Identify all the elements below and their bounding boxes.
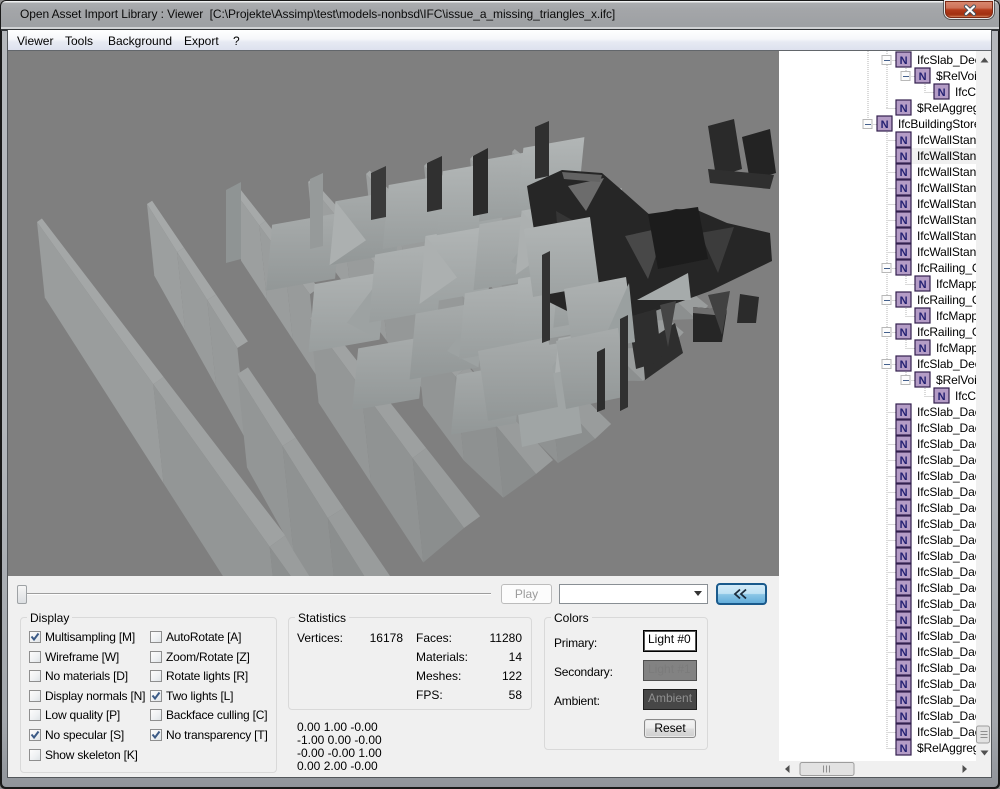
- svg-text:N: N: [938, 391, 946, 403]
- svg-text:N: N: [900, 487, 908, 499]
- svg-text:N: N: [900, 583, 908, 595]
- svg-text:N: N: [900, 407, 908, 419]
- svg-text:N: N: [919, 311, 927, 323]
- svg-text:N: N: [900, 503, 908, 515]
- svg-text:N: N: [900, 263, 908, 275]
- svg-text:N: N: [900, 695, 908, 707]
- svg-text:N: N: [900, 599, 908, 611]
- svg-text:N: N: [900, 327, 908, 339]
- svg-text:N: N: [900, 359, 908, 371]
- svg-text:N: N: [900, 199, 908, 211]
- svg-text:N: N: [900, 663, 908, 675]
- svg-text:N: N: [919, 343, 927, 355]
- svg-text:N: N: [900, 535, 908, 547]
- svg-text:N: N: [938, 87, 946, 99]
- svg-text:N: N: [900, 423, 908, 435]
- svg-text:N: N: [900, 647, 908, 659]
- svg-text:N: N: [900, 103, 908, 115]
- svg-text:N: N: [900, 727, 908, 739]
- svg-text:N: N: [900, 743, 908, 755]
- svg-text:N: N: [900, 567, 908, 579]
- svg-text:N: N: [900, 519, 908, 531]
- svg-text:IfcBuildingStorey: IfcBuildingStorey: [898, 117, 986, 131]
- svg-text:N: N: [900, 711, 908, 723]
- svg-text:N: N: [900, 295, 908, 307]
- svg-text:N: N: [900, 167, 908, 179]
- svg-text:N: N: [900, 679, 908, 691]
- svg-text:N: N: [900, 231, 908, 243]
- svg-text:N: N: [881, 119, 889, 131]
- svg-text:N: N: [900, 55, 908, 67]
- svg-text:N: N: [900, 615, 908, 627]
- svg-text:N: N: [900, 471, 908, 483]
- svg-text:N: N: [919, 375, 927, 387]
- svg-text:N: N: [900, 151, 908, 163]
- svg-text:N: N: [900, 135, 908, 147]
- svg-text:N: N: [900, 551, 908, 563]
- svg-text:N: N: [900, 455, 908, 467]
- svg-text:N: N: [900, 215, 908, 227]
- svg-text:N: N: [919, 279, 927, 291]
- svg-text:N: N: [900, 247, 908, 259]
- svg-text:N: N: [900, 439, 908, 451]
- svg-text:N: N: [900, 631, 908, 643]
- svg-text:N: N: [919, 71, 927, 83]
- svg-text:N: N: [900, 183, 908, 195]
